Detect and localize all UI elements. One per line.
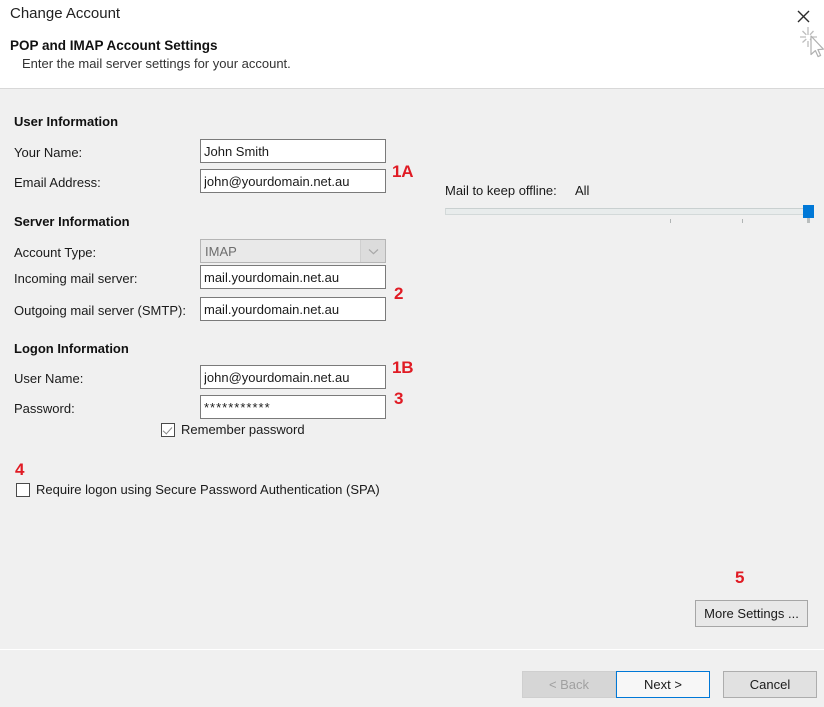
page-subtitle: Enter the mail server settings for your … xyxy=(22,56,291,71)
settings-form: User Information Your Name: Email Addres… xyxy=(0,89,440,617)
annotation-4: 4 xyxy=(15,460,25,479)
label-password: Password: xyxy=(14,401,75,416)
cancel-button[interactable]: Cancel xyxy=(723,671,817,698)
mail-to-keep-offline-label: Mail to keep offline: xyxy=(445,183,557,198)
busy-pointer-cursor xyxy=(799,26,824,58)
dialog-body: User Information Your Name: Email Addres… xyxy=(0,89,824,707)
label-email-address: Email Address: xyxy=(14,175,101,190)
your-name-input[interactable] xyxy=(200,139,386,163)
user-name-input[interactable] xyxy=(200,365,386,389)
close-icon xyxy=(797,10,810,23)
change-account-wizard: Change Account POP and IMAP Account Sett… xyxy=(0,0,824,707)
annotation-5: 5 xyxy=(735,568,745,587)
incoming-mail-server-input[interactable] xyxy=(200,265,386,289)
mail-to-keep-offline-value: All xyxy=(575,183,590,198)
slider-thumb[interactable] xyxy=(803,205,814,223)
remember-password-checkbox[interactable] xyxy=(161,422,175,437)
chevron-down-icon xyxy=(360,240,385,262)
label-your-name: Your Name: xyxy=(14,145,83,160)
back-button[interactable]: < Back xyxy=(522,671,616,698)
next-button[interactable]: Next > xyxy=(616,671,710,698)
section-title-user-information: User Information xyxy=(14,114,119,129)
annotation-3: 3 xyxy=(394,389,404,408)
spa-checkbox-row[interactable]: Require logon using Secure Password Auth… xyxy=(16,482,380,497)
outgoing-mail-server-input[interactable] xyxy=(200,297,386,321)
section-title-server-information: Server Information xyxy=(14,214,130,229)
label-outgoing-mail-server: Outgoing mail server (SMTP): xyxy=(14,303,186,318)
section-title-logon-information: Logon Information xyxy=(14,341,129,356)
annotation-2: 2 xyxy=(394,284,404,303)
label-account-type: Account Type: xyxy=(14,245,97,260)
slider-tick xyxy=(670,219,671,223)
slider-track[interactable] xyxy=(445,208,813,215)
account-type-dropdown[interactable]: IMAP xyxy=(200,239,386,263)
password-input[interactable] xyxy=(200,395,386,419)
dialog-header: Change Account POP and IMAP Account Sett… xyxy=(0,0,824,89)
spa-checkbox[interactable] xyxy=(16,482,30,497)
more-settings-button[interactable]: More Settings ... xyxy=(695,600,808,627)
label-user-name: User Name: xyxy=(14,371,84,386)
remember-password-label: Remember password xyxy=(181,422,305,437)
remember-password-checkbox-row[interactable]: Remember password xyxy=(161,422,305,437)
offline-settings-pane: Mail to keep offline: All xyxy=(440,89,824,617)
account-type-value: IMAP xyxy=(205,243,237,259)
spa-label: Require logon using Secure Password Auth… xyxy=(36,482,380,497)
page-title: POP and IMAP Account Settings xyxy=(10,38,218,53)
dialog-footer: < Back Next > Cancel xyxy=(0,649,824,707)
label-incoming-mail-server: Incoming mail server: xyxy=(14,271,138,286)
annotation-1b: 1B xyxy=(392,358,414,377)
slider-tick xyxy=(742,219,743,223)
annotation-1a: 1A xyxy=(392,162,414,181)
email-address-input[interactable] xyxy=(200,169,386,193)
close-button[interactable] xyxy=(790,3,816,29)
window-title: Change Account xyxy=(10,5,121,22)
mail-to-keep-offline-slider[interactable] xyxy=(445,205,815,227)
